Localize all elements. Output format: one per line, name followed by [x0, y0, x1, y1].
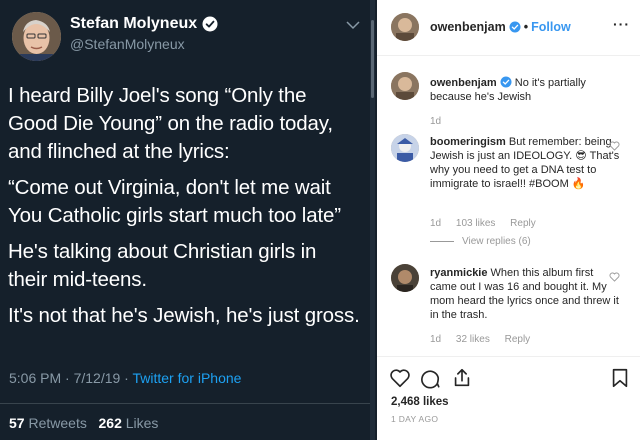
post-likes[interactable]: 2,468 likes — [391, 396, 449, 408]
post-author-name[interactable]: owenbenjam — [430, 20, 506, 34]
comment-user[interactable]: ryanmickie — [430, 267, 487, 279]
chevron-down-icon[interactable] — [346, 20, 360, 30]
verified-icon — [509, 21, 521, 33]
heart-icon[interactable] — [609, 141, 620, 151]
post-time[interactable]: 1 DAY AGO — [391, 414, 438, 424]
heart-icon[interactable] — [389, 367, 411, 389]
comment-age[interactable]: 1d — [430, 116, 441, 127]
comment-age[interactable]: 1d — [430, 218, 441, 229]
avatar[interactable] — [391, 72, 419, 100]
comment-user[interactable]: boomeringism — [430, 136, 506, 148]
tweet-time[interactable]: 5:06 PM · 7/12/19 · — [9, 370, 132, 386]
comment-meta: 1d 32 likes Reply — [430, 334, 530, 345]
tweet-paragraph: “Come out Virginia, don't let me wait Yo… — [8, 176, 341, 227]
more-options-icon[interactable]: ··· — [613, 16, 630, 32]
verified-icon — [202, 16, 218, 32]
separator-dot: • — [523, 20, 529, 34]
comment: owenbenjam No it's partially because he'… — [430, 76, 622, 104]
comment-age[interactable]: 1d — [430, 334, 441, 345]
instagram-comments-panel: owenbenjam • Follow ··· owenbenjam No it… — [377, 0, 640, 440]
display-name-text[interactable]: Stefan Molyneux — [70, 15, 197, 33]
view-replies-label[interactable]: View replies (6) — [462, 236, 531, 247]
tweet-handle[interactable]: @StefanMolyneux — [70, 36, 185, 52]
share-icon[interactable] — [451, 367, 473, 389]
tweet-card: Stefan Molyneux @StefanMolyneux I heard … — [0, 0, 377, 440]
reply-button[interactable]: Reply — [505, 334, 531, 345]
likes-count: 262 — [98, 415, 122, 431]
tweet-paragraph: I heard Billy Joel's song “Only the Good… — [8, 84, 333, 163]
follow-button[interactable]: Follow — [531, 20, 571, 34]
divider — [430, 241, 454, 242]
likes-label: Likes — [125, 415, 159, 431]
reply-button[interactable]: Reply — [510, 218, 536, 229]
divider — [377, 356, 640, 357]
avatar[interactable] — [391, 13, 419, 41]
likes-stat[interactable]: 262 Likes — [99, 415, 159, 431]
comment-meta: 1d — [430, 116, 441, 127]
stefan-avatar[interactable] — [12, 12, 61, 61]
heart-icon[interactable] — [609, 272, 620, 282]
post-author: owenbenjam • Follow — [430, 20, 571, 34]
post-header: owenbenjam • Follow ··· — [377, 0, 640, 56]
divider — [0, 403, 370, 404]
tweet-timestamp: 5:06 PM · 7/12/19 · Twitter for iPhone — [9, 370, 241, 386]
tweet-display-name[interactable]: Stefan Molyneux — [70, 15, 218, 33]
retweets-label: Retweets — [28, 415, 87, 431]
comment: ryanmickie When this album first came ou… — [430, 266, 622, 322]
verified-icon — [500, 76, 512, 88]
comment-icon[interactable] — [419, 367, 441, 389]
comment-user[interactable]: owenbenjam — [430, 77, 497, 89]
retweets-stat[interactable]: 57 Retweets — [9, 415, 87, 431]
comment-likes[interactable]: 32 likes — [456, 334, 490, 345]
comment-meta: 1d 103 likes Reply — [430, 218, 536, 229]
tweet-paragraph: It's not that he's Jewish, he's just gro… — [8, 304, 360, 327]
bookmark-icon[interactable] — [609, 367, 631, 389]
tweet-text: I heard Billy Joel's song “Only the Good… — [8, 82, 360, 338]
retweets-count: 57 — [9, 415, 25, 431]
scrollbar-thumb[interactable] — [371, 20, 374, 98]
avatar[interactable] — [391, 134, 419, 162]
tweet-paragraph: He's talking about Christian girls in th… — [8, 240, 317, 291]
view-replies[interactable]: View replies (6) — [430, 236, 531, 247]
comment-likes[interactable]: 103 likes — [456, 218, 495, 229]
tweet-stats: 57 Retweets 262 Likes — [9, 415, 158, 431]
comment: boomeringism But remember: being Jewish … — [430, 135, 622, 191]
tweet-source-link[interactable]: Twitter for iPhone — [132, 370, 241, 386]
avatar[interactable] — [391, 264, 419, 292]
